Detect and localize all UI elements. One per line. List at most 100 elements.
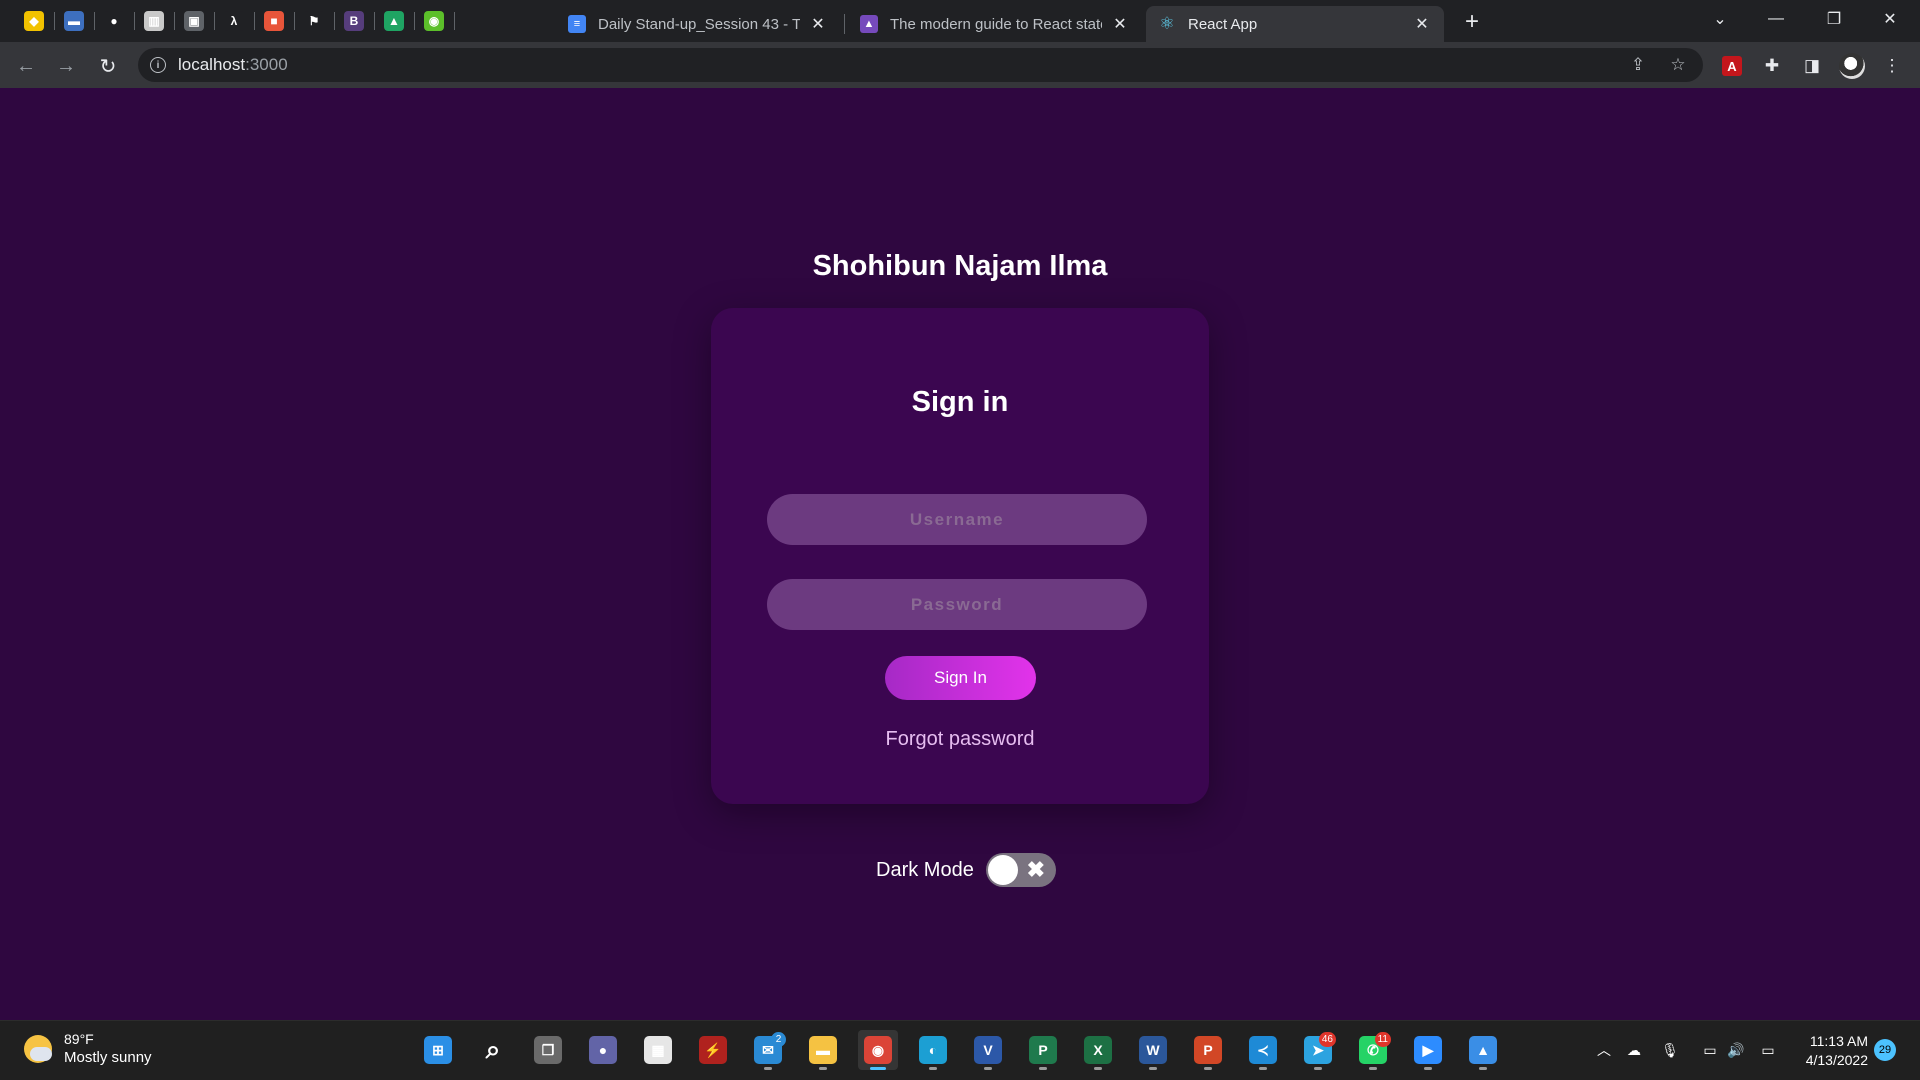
close-icon[interactable]: ✕ <box>808 14 828 34</box>
system-clock[interactable]: 11:13 AM 4/13/2022 <box>1796 1032 1868 1070</box>
taskbar-app[interactable]: W <box>1133 1030 1173 1070</box>
taskbar-app[interactable]: P <box>1188 1030 1228 1070</box>
pdf-icon: A <box>1722 56 1742 76</box>
url-host: localhost <box>178 55 246 74</box>
rocket-icon: ▲ <box>860 15 878 33</box>
taskbar-app[interactable]: X <box>1078 1030 1118 1070</box>
taskbar-app[interactable]: ➤ 46 <box>1298 1030 1338 1070</box>
tab-title: Daily Stand-up_Session 43 - Topic <box>598 15 800 33</box>
network-icon[interactable]: ▭ <box>1698 1038 1722 1062</box>
zoom-icon: ▶ <box>1414 1036 1442 1064</box>
running-indicator <box>984 1067 992 1070</box>
bookmark-star-icon[interactable]: ☆ <box>1667 54 1689 76</box>
shield-icon: ◆ <box>24 11 44 31</box>
taskbar-app[interactable]: ⌕ <box>473 1030 513 1070</box>
pinned-tab[interactable]: ● <box>94 6 134 36</box>
tab-react-state-guide[interactable]: ▲ The modern guide to React state ✕ <box>848 6 1142 42</box>
signin-heading: Sign in <box>911 386 1009 418</box>
windows-taskbar: 89°F Mostly sunny ︿ ☁ 🎙 ▭ 🔊 ▭ 11:13 AM 4… <box>0 1020 1920 1080</box>
volume-icon[interactable]: 🔊 <box>1724 1038 1748 1062</box>
tab-react-app[interactable]: ⚛ React App ✕ <box>1146 6 1444 42</box>
pinned-tab[interactable]: B <box>334 6 374 36</box>
store-icon: ▦ <box>644 1036 672 1064</box>
taskbar-app[interactable]: ⊞ <box>418 1030 458 1070</box>
running-indicator <box>764 1067 772 1070</box>
gift-icon: ■ <box>264 11 284 31</box>
onedrive-icon[interactable]: ☁ <box>1622 1038 1646 1062</box>
show-hidden-icons-chevron[interactable]: ︿ <box>1592 1038 1616 1062</box>
profile-avatar[interactable] <box>1839 53 1865 79</box>
running-indicator <box>1314 1067 1322 1070</box>
taskbar-app[interactable]: ▦ <box>638 1030 678 1070</box>
taskbar-app[interactable]: ✉ 2 <box>748 1030 788 1070</box>
pinned-tab[interactable]: ▲ <box>374 6 414 36</box>
notification-badge: 46 <box>1318 1032 1336 1047</box>
trello-icon: ▥ <box>144 11 164 31</box>
close-icon[interactable]: ✕ <box>1412 14 1432 34</box>
pinned-tab[interactable]: ⚑ <box>294 6 334 36</box>
docs-icon: ≡ <box>568 15 586 33</box>
taskbar-app[interactable]: ❐ <box>528 1030 568 1070</box>
site-info-icon[interactable]: i <box>150 57 166 73</box>
running-indicator <box>870 1067 886 1070</box>
taskbar-app[interactable]: ≺ <box>1243 1030 1283 1070</box>
extensions-icon[interactable]: ✚ <box>1759 53 1785 79</box>
contact-icon: ▣ <box>184 11 204 31</box>
pinned-tab[interactable]: ◆ <box>14 6 54 36</box>
browser-tab-bar: ≡ Daily Stand-up_Session 43 - Topic ✕ ▲ … <box>0 0 1920 42</box>
taskbar-app[interactable]: ◐ <box>913 1030 953 1070</box>
clock-time: 11:13 AM <box>1809 1033 1868 1049</box>
microphone-icon[interactable]: 🎙 <box>1658 1038 1682 1062</box>
taskbar-app[interactable]: ▶ <box>1408 1030 1448 1070</box>
taskbar-app[interactable]: ▬ <box>803 1030 843 1070</box>
minimize-button[interactable]: — <box>1752 0 1800 38</box>
url-text[interactable]: localhost:3000 <box>178 55 288 75</box>
pinned-tab[interactable]: ◉ <box>414 6 454 36</box>
forgot-password-link[interactable]: Forgot password <box>711 728 1209 751</box>
notification-count-badge[interactable]: 29 <box>1874 1039 1896 1061</box>
page-title: Shohibun Najam Ilma <box>812 250 1108 282</box>
close-icon[interactable]: ✕ <box>1110 14 1130 34</box>
pinned-tab[interactable]: ▣ <box>174 6 214 36</box>
taskbar-app[interactable]: ✆ 11 <box>1353 1030 1393 1070</box>
word-icon: W <box>1139 1036 1167 1064</box>
pinned-tab[interactable]: ■ <box>254 6 294 36</box>
battery-icon[interactable]: ▭ <box>1756 1038 1780 1062</box>
taskbar-app[interactable]: V <box>968 1030 1008 1070</box>
tab-daily-standup[interactable]: ≡ Daily Stand-up_Session 43 - Topic ✕ <box>556 6 840 42</box>
taskbar-app[interactable]: ◉ <box>858 1030 898 1070</box>
back-button[interactable]: ← <box>10 50 42 82</box>
forward-button[interactable]: → <box>50 50 82 82</box>
reload-button[interactable]: ↻ <box>92 50 124 82</box>
signin-button[interactable]: Sign In <box>885 656 1036 700</box>
taskbar-app[interactable]: ▲ <box>1463 1030 1503 1070</box>
share-icon[interactable]: ⇪ <box>1627 54 1649 76</box>
vscode-icon: ≺ <box>1249 1036 1277 1064</box>
red-app-icon: ⚡ <box>699 1036 727 1064</box>
new-tab-button[interactable]: + <box>1458 8 1486 36</box>
pinned-tab[interactable]: ▥ <box>134 6 174 36</box>
dark-mode-label: Dark Mode <box>876 858 974 881</box>
password-input[interactable] <box>767 579 1147 630</box>
window-close-button[interactable]: ✕ <box>1866 0 1914 38</box>
running-indicator <box>1369 1067 1377 1070</box>
tab-search-button[interactable]: ⌄ <box>1696 0 1744 38</box>
browser-menu-icon[interactable]: ⋮ <box>1879 53 1905 79</box>
taskbar-app[interactable]: P <box>1023 1030 1063 1070</box>
pinned-tab[interactable]: λ <box>214 6 254 36</box>
username-input[interactable] <box>767 494 1147 545</box>
weather-widget[interactable]: 89°F Mostly sunny <box>24 1031 152 1066</box>
taskbar-app[interactable]: ⚡ <box>693 1030 733 1070</box>
pdf-extension-icon[interactable]: A <box>1719 53 1745 79</box>
pinned-tab[interactable]: ▬ <box>54 6 94 36</box>
teams-chat-icon: ● <box>589 1036 617 1064</box>
taskbar-app[interactable]: ● <box>583 1030 623 1070</box>
dark-mode-toggle[interactable]: ✖ <box>985 853 1056 887</box>
url-bar[interactable]: i localhost:3000 ⇪ ☆ <box>138 48 1703 82</box>
running-indicator <box>1204 1067 1212 1070</box>
running-indicator <box>819 1067 827 1070</box>
tab-separator <box>844 14 845 34</box>
restore-button[interactable]: ❐ <box>1810 0 1858 38</box>
search-icon: ⌕ <box>485 1034 501 1064</box>
side-panel-icon[interactable]: ◨ <box>1799 53 1825 79</box>
